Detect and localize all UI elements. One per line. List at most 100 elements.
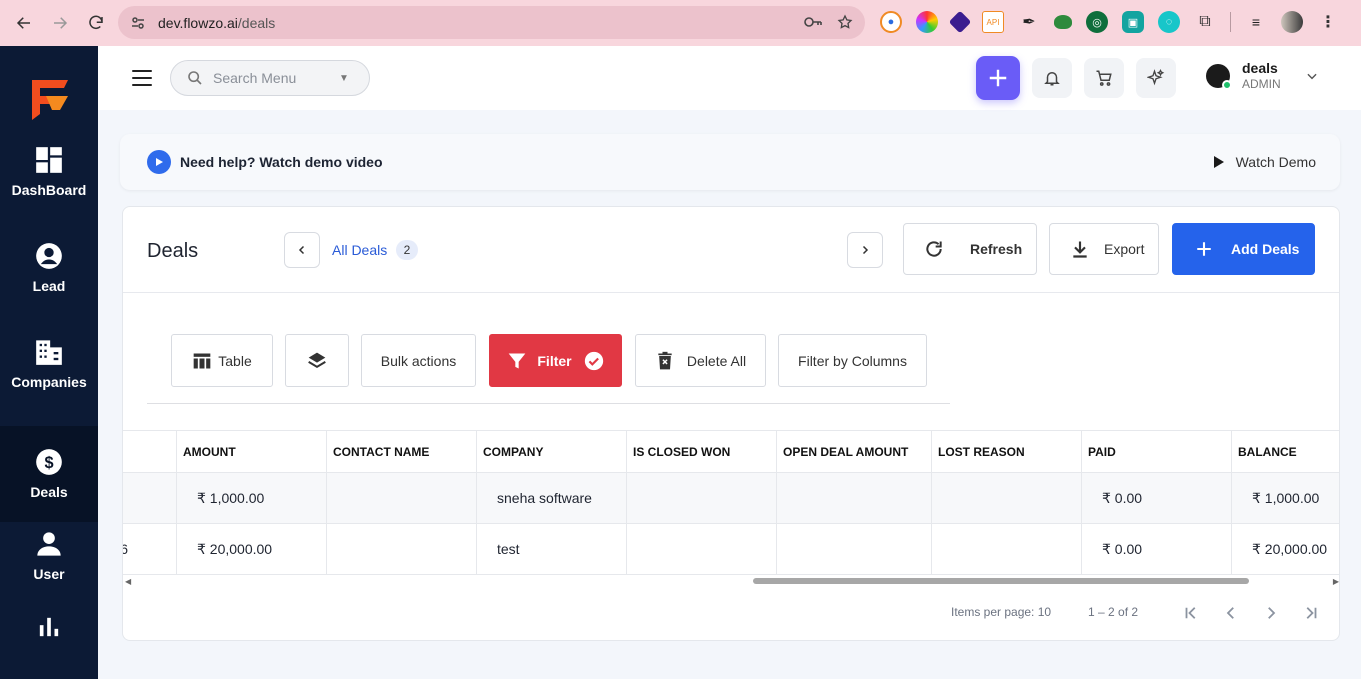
help-banner: Need help? Watch demo video Watch Demo: [120, 134, 1340, 190]
column-header[interactable]: BALANCE: [1232, 431, 1339, 472]
column-header[interactable]: COMPANY: [477, 431, 627, 472]
table-view-button[interactable]: Table: [171, 334, 273, 387]
table-cell: ₹ 0.00: [1082, 473, 1232, 523]
table-cell: [627, 524, 777, 574]
table-cell: test: [477, 524, 627, 574]
column-header[interactable]: IS CLOSED WON: [627, 431, 777, 472]
chevron-left-icon: [298, 245, 305, 255]
browser-menu-icon[interactable]: ⋮: [1317, 11, 1339, 33]
table-row[interactable]: 6 ₹ 20,000.00 test ₹ 0.00 ₹ 20,000.00: [123, 524, 1339, 575]
column-header[interactable]: PAID: [1082, 431, 1232, 472]
svg-text:$: $: [44, 454, 53, 472]
site-settings-icon[interactable]: [130, 15, 146, 31]
search-input[interactable]: [213, 70, 333, 86]
play-circle-icon[interactable]: [147, 150, 171, 174]
filter-icon: [509, 353, 526, 368]
plus-icon: [989, 69, 1007, 87]
sidebar-item-label: Deals: [30, 484, 68, 500]
delete-all-button[interactable]: Delete All: [635, 334, 766, 387]
view-tab-all-deals[interactable]: All Deals: [332, 242, 387, 258]
table-cell: [627, 473, 777, 523]
refresh-button[interactable]: Refresh: [903, 223, 1037, 275]
media-controls-icon[interactable]: ≡: [1245, 11, 1267, 33]
flowzo-logo[interactable]: [28, 74, 70, 120]
search-menu[interactable]: ▼: [170, 60, 370, 96]
items-per-page[interactable]: Items per page: 10: [951, 605, 1051, 619]
column-header[interactable]: LOST REASON: [932, 431, 1082, 472]
sidebar-item-label: Lead: [32, 278, 66, 294]
bulk-actions-button[interactable]: Bulk actions: [361, 334, 476, 387]
chevron-down-icon[interactable]: [1305, 69, 1319, 83]
extension-eyedropper-icon[interactable]: ✒: [1018, 11, 1040, 33]
reload-icon[interactable]: [84, 11, 108, 35]
refresh-label: Refresh: [970, 241, 1023, 257]
cart-icon: [1096, 70, 1112, 86]
extension-chat-icon[interactable]: ▣: [1122, 11, 1144, 33]
extension-api-icon[interactable]: API: [982, 11, 1004, 33]
ai-sparkle-button[interactable]: [1136, 58, 1176, 98]
extension-color-icon[interactable]: [916, 11, 938, 33]
next-view-button[interactable]: [847, 232, 883, 268]
table-cell: [932, 524, 1082, 574]
filter-button[interactable]: Filter: [489, 334, 622, 387]
sidebar-item-lead[interactable]: Lead: [0, 220, 98, 316]
table-cell: [327, 473, 477, 523]
back-icon[interactable]: [12, 11, 36, 35]
password-key-icon[interactable]: [803, 14, 823, 30]
table-cell: ₹ 0.00: [1082, 524, 1232, 574]
scroll-left-icon[interactable]: ◀: [125, 577, 131, 586]
sidebar-item-companies[interactable]: Companies: [0, 316, 98, 412]
last-page-icon[interactable]: [1301, 603, 1321, 623]
first-page-icon[interactable]: [1181, 603, 1201, 623]
extension-bubble-icon[interactable]: ◌: [1158, 11, 1180, 33]
table-cell: [777, 473, 932, 523]
column-header[interactable]: [123, 431, 177, 472]
online-status-dot: [1222, 79, 1232, 90]
layers-button[interactable]: [285, 334, 349, 387]
notifications-button[interactable]: [1032, 58, 1072, 98]
next-page-icon[interactable]: [1261, 603, 1281, 623]
scrollbar-thumb[interactable]: [753, 578, 1249, 584]
profile-avatar[interactable]: [1281, 11, 1303, 33]
table-cell: [777, 524, 932, 574]
extensions-puzzle-icon[interactable]: ⧉: [1194, 11, 1216, 33]
filter-label: Filter: [537, 352, 572, 369]
table-icon: [193, 353, 211, 368]
table-row[interactable]: ₹ 1,000.00 sneha software ₹ 0.00 ₹ 1,000…: [123, 473, 1339, 524]
extension-diamond-icon[interactable]: [948, 10, 972, 34]
bar-chart-icon: [39, 617, 59, 637]
sidebar-item-label: DashBoard: [11, 182, 87, 198]
filter-by-columns-label: Filter by Columns: [798, 352, 907, 369]
forward-icon[interactable]: [48, 11, 72, 35]
chevron-down-icon[interactable]: ▼: [339, 73, 349, 84]
deals-card: Deals All Deals 2 Refresh Export Add Dea…: [122, 206, 1340, 641]
column-header[interactable]: AMOUNT: [177, 431, 327, 472]
quick-add-button[interactable]: [976, 56, 1020, 100]
horizontal-scrollbar[interactable]: ◀ ▶: [123, 575, 1339, 587]
bookmark-star-icon[interactable]: [837, 14, 853, 30]
help-message: Need help? Watch demo video: [180, 154, 383, 170]
address-bar[interactable]: dev.flowzo.ai/deals: [118, 6, 865, 39]
bell-icon: [1044, 72, 1060, 86]
prev-page-icon[interactable]: [1221, 603, 1241, 623]
export-button[interactable]: Export: [1049, 223, 1159, 275]
sidebar-item-dashboard[interactable]: DashBoard: [0, 124, 98, 220]
prev-view-button[interactable]: [284, 232, 320, 268]
watch-demo-link[interactable]: Watch Demo: [1213, 154, 1316, 170]
menu-toggle-icon[interactable]: [132, 70, 152, 86]
user-icon: [37, 532, 61, 556]
dashboard-icon: [36, 147, 62, 173]
user-menu[interactable]: deals ADMIN: [1206, 60, 1319, 91]
column-header[interactable]: OPEN DEAL AMOUNT: [777, 431, 932, 472]
cart-button[interactable]: [1084, 58, 1124, 98]
extension-chatgpt-icon[interactable]: ◎: [1086, 11, 1108, 33]
filter-by-columns-button[interactable]: Filter by Columns: [778, 334, 927, 387]
scroll-right-icon[interactable]: ▶: [1333, 577, 1339, 586]
extension-turtle-icon[interactable]: [1054, 15, 1072, 29]
column-header[interactable]: CONTACT NAME: [327, 431, 477, 472]
check-circle-icon: [584, 351, 603, 370]
extension-pin-icon[interactable]: ●: [880, 11, 902, 33]
sidebar-item-reports[interactable]: [0, 606, 98, 656]
add-deals-button[interactable]: Add Deals: [1172, 223, 1315, 275]
sidebar-item-user[interactable]: User: [0, 508, 98, 604]
